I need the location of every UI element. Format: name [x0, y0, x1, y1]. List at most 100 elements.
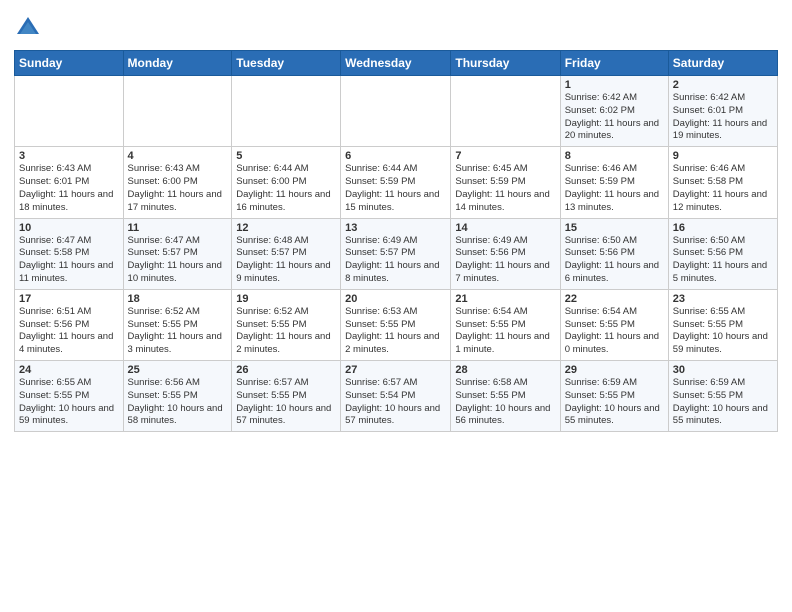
- day-cell: 7Sunrise: 6:45 AM Sunset: 5:59 PM Daylig…: [451, 147, 560, 218]
- day-number: 18: [128, 293, 228, 305]
- day-cell: 25Sunrise: 6:56 AM Sunset: 5:55 PM Dayli…: [123, 361, 232, 432]
- day-info: Sunrise: 6:44 AM Sunset: 6:00 PM Dayligh…: [236, 163, 336, 214]
- day-cell: 14Sunrise: 6:49 AM Sunset: 5:56 PM Dayli…: [451, 218, 560, 289]
- day-number: 16: [673, 222, 773, 234]
- day-info: Sunrise: 6:50 AM Sunset: 5:56 PM Dayligh…: [673, 235, 773, 286]
- day-number: 9: [673, 150, 773, 162]
- day-cell: [123, 76, 232, 147]
- day-cell: 10Sunrise: 6:47 AM Sunset: 5:58 PM Dayli…: [15, 218, 124, 289]
- day-number: 17: [19, 293, 119, 305]
- day-cell: 15Sunrise: 6:50 AM Sunset: 5:56 PM Dayli…: [560, 218, 668, 289]
- day-cell: 11Sunrise: 6:47 AM Sunset: 5:57 PM Dayli…: [123, 218, 232, 289]
- day-number: 11: [128, 222, 228, 234]
- day-number: 28: [455, 364, 555, 376]
- day-number: 23: [673, 293, 773, 305]
- day-cell: 13Sunrise: 6:49 AM Sunset: 5:57 PM Dayli…: [341, 218, 451, 289]
- day-number: 2: [673, 79, 773, 91]
- calendar-table: SundayMondayTuesdayWednesdayThursdayFrid…: [14, 50, 778, 432]
- day-number: 26: [236, 364, 336, 376]
- weekday-header-monday: Monday: [123, 51, 232, 76]
- day-cell: 27Sunrise: 6:57 AM Sunset: 5:54 PM Dayli…: [341, 361, 451, 432]
- day-number: 5: [236, 150, 336, 162]
- day-number: 4: [128, 150, 228, 162]
- weekday-header-saturday: Saturday: [668, 51, 777, 76]
- day-cell: 18Sunrise: 6:52 AM Sunset: 5:55 PM Dayli…: [123, 289, 232, 360]
- day-info: Sunrise: 6:43 AM Sunset: 6:01 PM Dayligh…: [19, 163, 119, 214]
- day-cell: [232, 76, 341, 147]
- day-cell: 12Sunrise: 6:48 AM Sunset: 5:57 PM Dayli…: [232, 218, 341, 289]
- day-cell: 16Sunrise: 6:50 AM Sunset: 5:56 PM Dayli…: [668, 218, 777, 289]
- day-cell: 23Sunrise: 6:55 AM Sunset: 5:55 PM Dayli…: [668, 289, 777, 360]
- day-cell: 22Sunrise: 6:54 AM Sunset: 5:55 PM Dayli…: [560, 289, 668, 360]
- day-cell: 30Sunrise: 6:59 AM Sunset: 5:55 PM Dayli…: [668, 361, 777, 432]
- day-cell: 9Sunrise: 6:46 AM Sunset: 5:58 PM Daylig…: [668, 147, 777, 218]
- day-number: 10: [19, 222, 119, 234]
- calendar-page: SundayMondayTuesdayWednesdayThursdayFrid…: [0, 0, 792, 612]
- day-info: Sunrise: 6:59 AM Sunset: 5:55 PM Dayligh…: [565, 377, 664, 428]
- day-info: Sunrise: 6:46 AM Sunset: 5:59 PM Dayligh…: [565, 163, 664, 214]
- day-number: 30: [673, 364, 773, 376]
- day-number: 29: [565, 364, 664, 376]
- header: [14, 10, 778, 42]
- day-cell: 3Sunrise: 6:43 AM Sunset: 6:01 PM Daylig…: [15, 147, 124, 218]
- day-info: Sunrise: 6:43 AM Sunset: 6:00 PM Dayligh…: [128, 163, 228, 214]
- day-info: Sunrise: 6:47 AM Sunset: 5:57 PM Dayligh…: [128, 235, 228, 286]
- day-info: Sunrise: 6:58 AM Sunset: 5:55 PM Dayligh…: [455, 377, 555, 428]
- weekday-header-row: SundayMondayTuesdayWednesdayThursdayFrid…: [15, 51, 778, 76]
- day-cell: 26Sunrise: 6:57 AM Sunset: 5:55 PM Dayli…: [232, 361, 341, 432]
- day-number: 13: [345, 222, 446, 234]
- day-info: Sunrise: 6:52 AM Sunset: 5:55 PM Dayligh…: [236, 306, 336, 357]
- day-number: 15: [565, 222, 664, 234]
- day-number: 25: [128, 364, 228, 376]
- day-number: 21: [455, 293, 555, 305]
- week-row-5: 24Sunrise: 6:55 AM Sunset: 5:55 PM Dayli…: [15, 361, 778, 432]
- day-info: Sunrise: 6:42 AM Sunset: 6:02 PM Dayligh…: [565, 92, 664, 143]
- day-info: Sunrise: 6:49 AM Sunset: 5:56 PM Dayligh…: [455, 235, 555, 286]
- day-info: Sunrise: 6:57 AM Sunset: 5:54 PM Dayligh…: [345, 377, 446, 428]
- day-info: Sunrise: 6:50 AM Sunset: 5:56 PM Dayligh…: [565, 235, 664, 286]
- day-number: 12: [236, 222, 336, 234]
- day-number: 20: [345, 293, 446, 305]
- day-cell: 19Sunrise: 6:52 AM Sunset: 5:55 PM Dayli…: [232, 289, 341, 360]
- day-info: Sunrise: 6:53 AM Sunset: 5:55 PM Dayligh…: [345, 306, 446, 357]
- day-cell: [15, 76, 124, 147]
- day-cell: 21Sunrise: 6:54 AM Sunset: 5:55 PM Dayli…: [451, 289, 560, 360]
- day-cell: 20Sunrise: 6:53 AM Sunset: 5:55 PM Dayli…: [341, 289, 451, 360]
- day-cell: [451, 76, 560, 147]
- weekday-header-tuesday: Tuesday: [232, 51, 341, 76]
- day-info: Sunrise: 6:55 AM Sunset: 5:55 PM Dayligh…: [673, 306, 773, 357]
- day-info: Sunrise: 6:52 AM Sunset: 5:55 PM Dayligh…: [128, 306, 228, 357]
- day-info: Sunrise: 6:44 AM Sunset: 5:59 PM Dayligh…: [345, 163, 446, 214]
- day-info: Sunrise: 6:59 AM Sunset: 5:55 PM Dayligh…: [673, 377, 773, 428]
- logo-icon: [14, 14, 42, 42]
- day-info: Sunrise: 6:46 AM Sunset: 5:58 PM Dayligh…: [673, 163, 773, 214]
- week-row-4: 17Sunrise: 6:51 AM Sunset: 5:56 PM Dayli…: [15, 289, 778, 360]
- day-info: Sunrise: 6:56 AM Sunset: 5:55 PM Dayligh…: [128, 377, 228, 428]
- day-cell: 17Sunrise: 6:51 AM Sunset: 5:56 PM Dayli…: [15, 289, 124, 360]
- day-info: Sunrise: 6:57 AM Sunset: 5:55 PM Dayligh…: [236, 377, 336, 428]
- day-number: 14: [455, 222, 555, 234]
- day-number: 6: [345, 150, 446, 162]
- day-number: 19: [236, 293, 336, 305]
- weekday-header-thursday: Thursday: [451, 51, 560, 76]
- week-row-2: 3Sunrise: 6:43 AM Sunset: 6:01 PM Daylig…: [15, 147, 778, 218]
- day-number: 8: [565, 150, 664, 162]
- day-info: Sunrise: 6:51 AM Sunset: 5:56 PM Dayligh…: [19, 306, 119, 357]
- week-row-3: 10Sunrise: 6:47 AM Sunset: 5:58 PM Dayli…: [15, 218, 778, 289]
- day-cell: 1Sunrise: 6:42 AM Sunset: 6:02 PM Daylig…: [560, 76, 668, 147]
- weekday-header-wednesday: Wednesday: [341, 51, 451, 76]
- week-row-1: 1Sunrise: 6:42 AM Sunset: 6:02 PM Daylig…: [15, 76, 778, 147]
- day-number: 7: [455, 150, 555, 162]
- day-cell: 28Sunrise: 6:58 AM Sunset: 5:55 PM Dayli…: [451, 361, 560, 432]
- day-cell: 2Sunrise: 6:42 AM Sunset: 6:01 PM Daylig…: [668, 76, 777, 147]
- day-number: 24: [19, 364, 119, 376]
- weekday-header-sunday: Sunday: [15, 51, 124, 76]
- day-info: Sunrise: 6:42 AM Sunset: 6:01 PM Dayligh…: [673, 92, 773, 143]
- day-info: Sunrise: 6:47 AM Sunset: 5:58 PM Dayligh…: [19, 235, 119, 286]
- day-cell: [341, 76, 451, 147]
- logo: [14, 14, 46, 42]
- day-cell: 24Sunrise: 6:55 AM Sunset: 5:55 PM Dayli…: [15, 361, 124, 432]
- day-number: 1: [565, 79, 664, 91]
- day-number: 22: [565, 293, 664, 305]
- day-number: 3: [19, 150, 119, 162]
